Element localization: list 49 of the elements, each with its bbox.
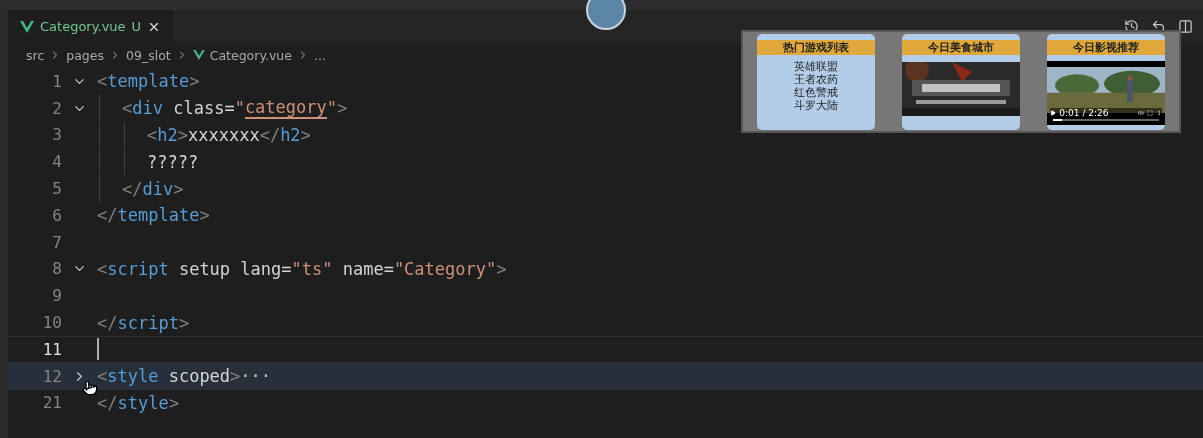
code-line: <script setup lang="ts" name="Category">: [97, 257, 507, 280]
line-number: 11: [41, 339, 62, 359]
line-number: 12: [41, 366, 62, 386]
code-line: ?????: [147, 150, 199, 173]
line-number: 21: [41, 393, 62, 413]
code-line: </template>: [97, 204, 210, 227]
card-title: 热门游戏列表: [756, 39, 875, 55]
code-line: <div class="category">: [122, 97, 348, 120]
editor-tab[interactable]: Category.vue U: [8, 10, 174, 43]
line-number: 9: [51, 286, 62, 306]
pointer-cursor-icon: [82, 380, 98, 396]
vue-icon: [192, 50, 205, 60]
code-line: <template>: [97, 70, 200, 93]
line-number: 1: [51, 71, 62, 91]
code-line: <h2>xxxxxxx</h2>: [147, 124, 311, 146]
vue-icon: [20, 20, 34, 33]
line-number: 2: [51, 98, 62, 118]
line-number: 10: [41, 313, 62, 333]
progress-track[interactable]: [1053, 118, 1160, 121]
card-title: 今日影视推荐: [1047, 39, 1166, 55]
code-line: <style scoped>···: [97, 365, 272, 388]
card-title: 今日美食城市: [902, 39, 1020, 55]
breadcrumb-item[interactable]: src: [26, 47, 45, 63]
breadcrumb-item[interactable]: Category.vue: [209, 47, 292, 63]
list-item: 斗罗大陆: [792, 98, 839, 112]
video-time: 0:01 / 2:26: [1059, 107, 1110, 118]
list-item: 红色警戒: [792, 85, 839, 99]
line-number: 5: [51, 179, 62, 199]
volume-icon[interactable]: [1138, 109, 1145, 116]
fullscreen-icon[interactable]: [1147, 109, 1154, 116]
breadcrumb-item[interactable]: ...: [314, 47, 326, 63]
line-number: 8: [51, 259, 62, 279]
breadcrumb-item[interactable]: pages: [66, 47, 104, 63]
text-cursor: [97, 338, 99, 361]
line-number: 3: [51, 125, 62, 145]
line-number: 6: [51, 205, 62, 225]
play-icon[interactable]: [1050, 109, 1057, 116]
git-status: U: [131, 19, 142, 34]
code-line: </script>: [97, 311, 190, 334]
code-line: </div>: [122, 177, 184, 200]
list-item: 英雄联盟: [792, 59, 839, 73]
line-number: 4: [51, 152, 62, 172]
breadcrumb-item[interactable]: 09_slot: [126, 47, 171, 63]
more-icon[interactable]: [1156, 109, 1163, 116]
tab-label: Category.vue: [40, 19, 126, 34]
split-editor-icon[interactable]: [1178, 19, 1193, 34]
code-line: </style>: [97, 391, 179, 414]
list-item: 王者农药: [792, 72, 839, 86]
line-number: 7: [51, 232, 62, 252]
